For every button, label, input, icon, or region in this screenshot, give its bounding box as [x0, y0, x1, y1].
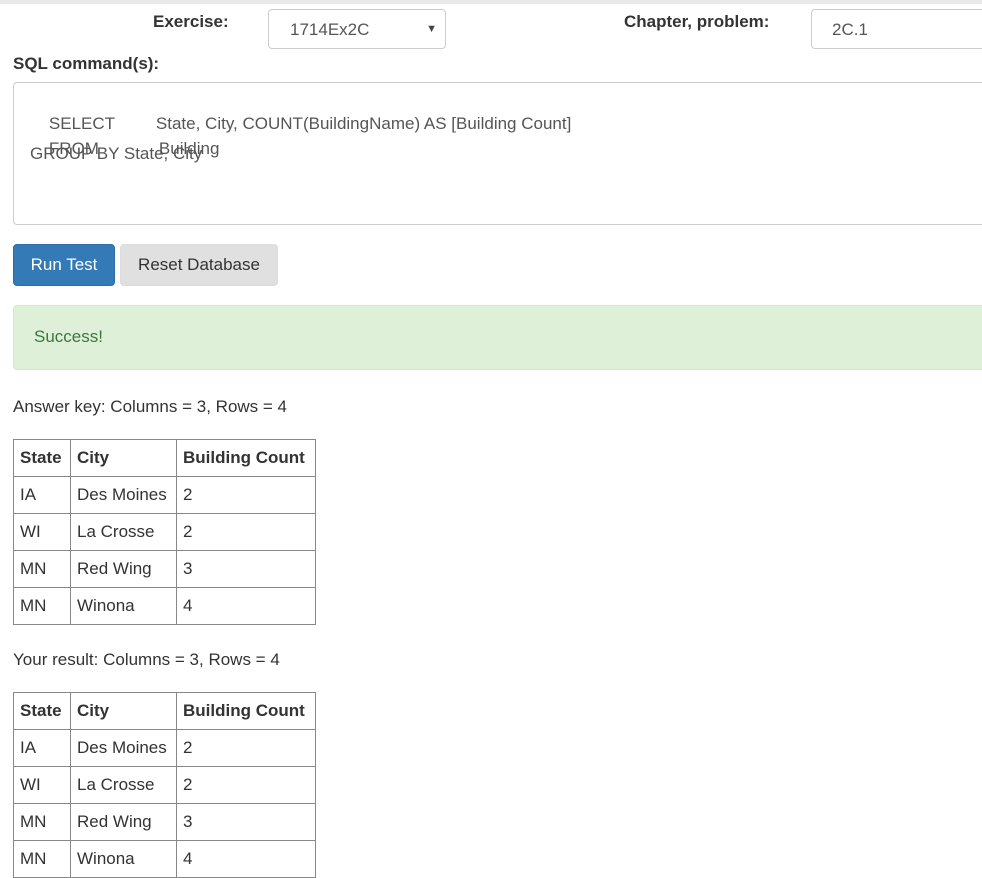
success-alert: Success! — [13, 305, 982, 370]
table-row: WI La Crosse 2 — [13, 766, 316, 804]
table-row: MN Winona 4 — [13, 587, 316, 625]
table-row: IA Des Moines 2 — [13, 729, 316, 767]
table-cell: Winona — [70, 587, 177, 625]
chapter-problem-value: 2C.1 — [832, 20, 868, 39]
table-cell: IA — [13, 476, 71, 514]
sql-editor[interactable]: SELECT State, City, COUNT(BuildingName) A… — [13, 82, 982, 225]
your-result-summary: Your result: Columns = 3, Rows = 4 — [13, 650, 280, 669]
column-header: City — [70, 439, 177, 477]
column-header: Building Count — [176, 692, 316, 730]
table-cell: WI — [13, 766, 71, 804]
run-test-button[interactable]: Run Test — [13, 244, 115, 286]
table-cell: 4 — [176, 840, 316, 878]
table-cell: Des Moines — [70, 476, 177, 514]
table-cell: 3 — [176, 550, 316, 588]
answer-key-table: State City Building Count IA Des Moines … — [13, 439, 316, 625]
table-cell: Des Moines — [70, 729, 177, 767]
sql-label: SQL command(s): — [13, 54, 160, 73]
table-cell: La Crosse — [70, 766, 177, 804]
table-row: MN Red Wing 3 — [13, 803, 316, 841]
exercise-label: Exercise: — [153, 12, 229, 31]
sql-line-3: GROUP BY State, City — [30, 144, 203, 163]
chapter-problem-input[interactable]: 2C.1 — [811, 9, 982, 49]
column-header: State — [13, 692, 71, 730]
table-cell: MN — [13, 550, 71, 588]
table-header-row: State City Building Count — [13, 439, 316, 477]
table-cell: WI — [13, 513, 71, 551]
table-row: MN Red Wing 3 — [13, 550, 316, 588]
table-cell: 4 — [176, 587, 316, 625]
table-header-row: State City Building Count — [13, 692, 316, 730]
table-cell: 2 — [176, 766, 316, 804]
table-cell: 2 — [176, 513, 316, 551]
table-cell: 2 — [176, 476, 316, 514]
table-row: IA Des Moines 2 — [13, 476, 316, 514]
table-cell: 3 — [176, 803, 316, 841]
table-cell: Winona — [70, 840, 177, 878]
exercise-select[interactable]: 1714Ex2C ▼ — [268, 9, 446, 49]
reset-database-button[interactable]: Reset Database — [120, 244, 278, 286]
table-cell: IA — [13, 729, 71, 767]
column-header: City — [70, 692, 177, 730]
caret-down-icon: ▼ — [426, 23, 437, 35]
exercise-select-value: 1714Ex2C — [290, 20, 370, 39]
table-row: WI La Crosse 2 — [13, 513, 316, 551]
table-row: MN Winona 4 — [13, 840, 316, 878]
alert-message: Success! — [34, 327, 103, 346]
table-cell: MN — [13, 840, 71, 878]
table-cell: 2 — [176, 729, 316, 767]
table-cell: Red Wing — [70, 803, 177, 841]
column-header: State — [13, 439, 71, 477]
column-header: Building Count — [176, 439, 316, 477]
your-result-table: State City Building Count IA Des Moines … — [13, 692, 316, 878]
chapter-label: Chapter, problem: — [624, 12, 770, 31]
table-cell: Red Wing — [70, 550, 177, 588]
top-divider — [0, 0, 982, 4]
table-cell: MN — [13, 803, 71, 841]
table-cell: La Crosse — [70, 513, 177, 551]
answer-key-summary: Answer key: Columns = 3, Rows = 4 — [13, 397, 288, 416]
table-cell: MN — [13, 587, 71, 625]
